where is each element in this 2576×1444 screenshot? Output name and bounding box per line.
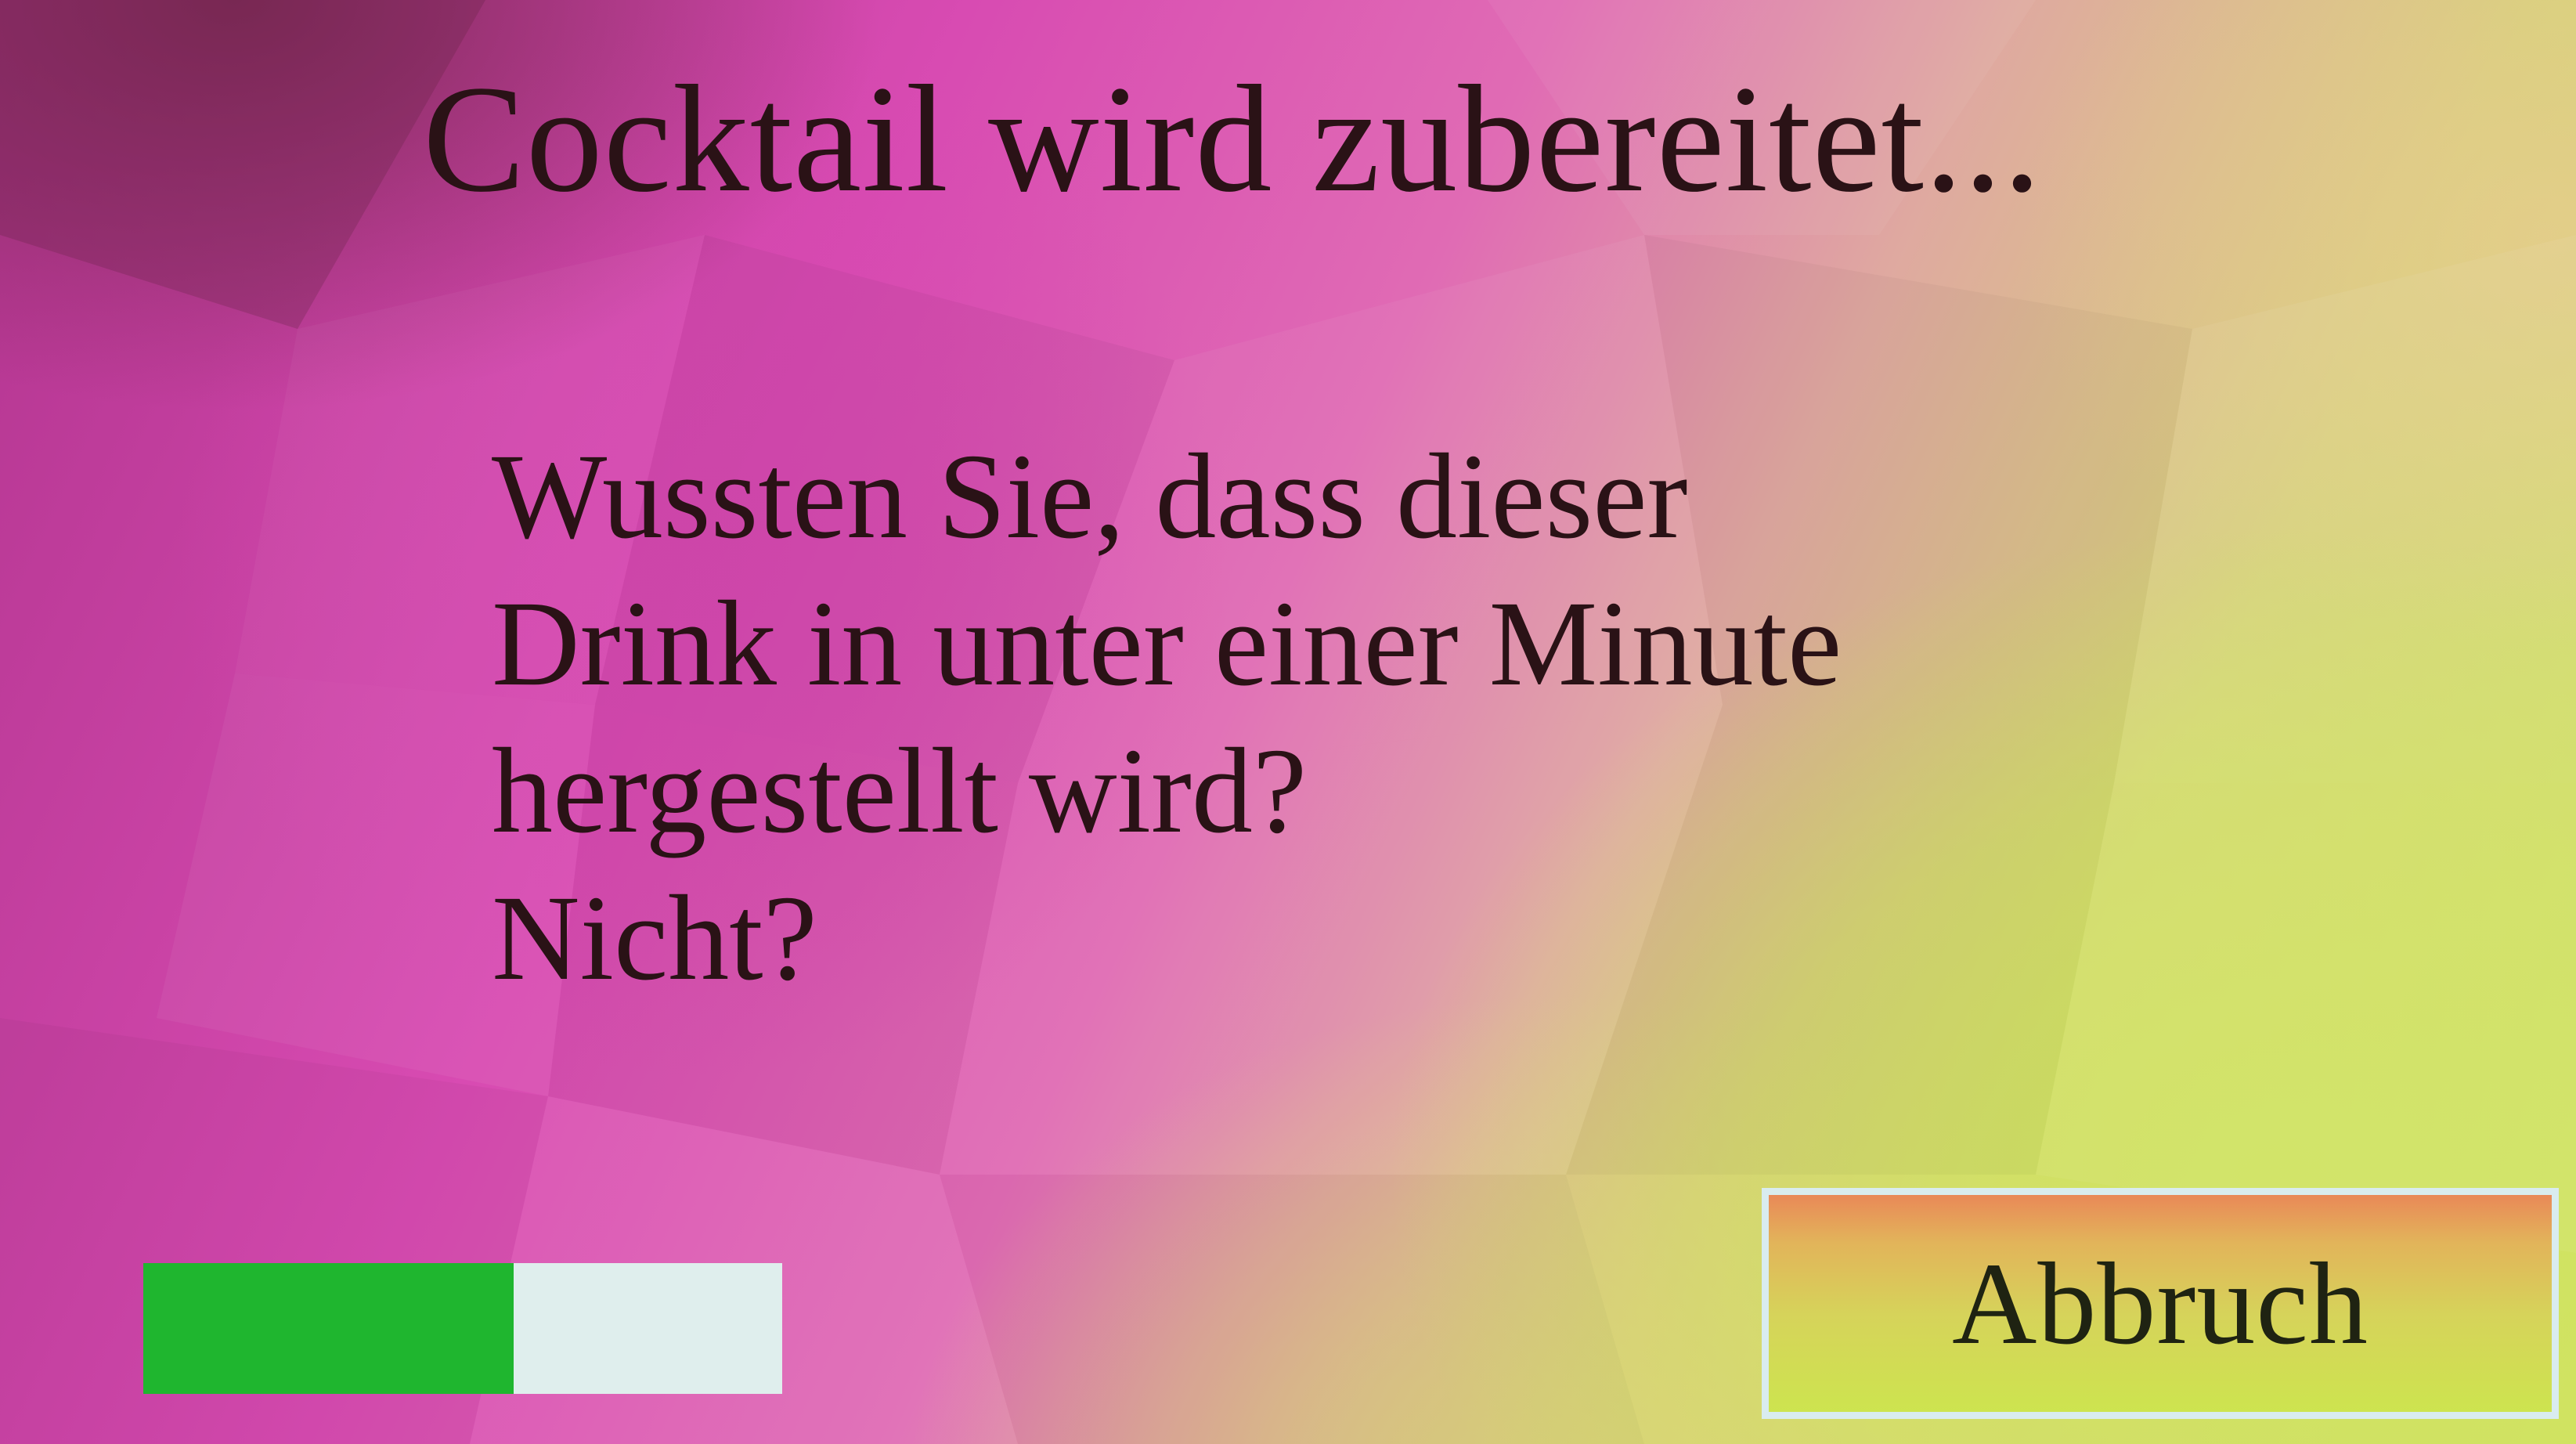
message-line: hergestellt wird? [492,723,1308,858]
cancel-button-label: Abbruch [1952,1238,2369,1369]
message-line: Wussten Sie, dass dieser [492,428,1688,564]
info-message: Wussten Sie, dass dieser Drink in unter … [492,423,2293,1012]
message-line: Nicht? [492,870,817,1005]
progress-bar [143,1263,782,1394]
progress-bar-fill [143,1263,514,1394]
cocktail-progress-screen: Cocktail wird zubereitet... Wussten Sie,… [0,0,2576,1444]
page-title: Cocktail wird zubereitet... [423,54,2042,224]
cancel-button[interactable]: Abbruch [1762,1188,2559,1419]
message-line: Drink in unter einer Minute [492,576,1842,711]
